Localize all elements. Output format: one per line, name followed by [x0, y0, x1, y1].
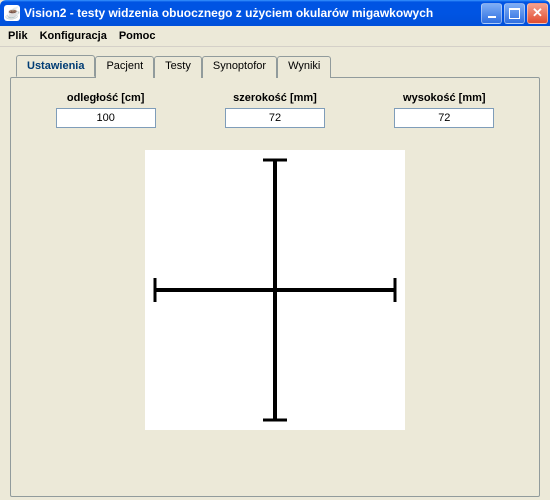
- input-width[interactable]: [225, 108, 325, 128]
- menu-help[interactable]: Pomoc: [119, 30, 156, 42]
- tab-pacjent[interactable]: Pacjent: [95, 56, 154, 78]
- label-height: wysokość [mm]: [403, 92, 486, 104]
- preview-area: [31, 150, 519, 430]
- input-distance[interactable]: [56, 108, 156, 128]
- settings-fields-row: odległość [cm] szerokość [mm] wysokość […: [31, 92, 519, 128]
- label-width: szerokość [mm]: [233, 92, 317, 104]
- cross-preview: [145, 150, 405, 430]
- tab-testy[interactable]: Testy: [154, 56, 202, 78]
- window-title: Vision2 - testy widzenia obuocznego z uż…: [24, 6, 481, 20]
- field-width: szerokość [mm]: [225, 92, 325, 128]
- label-distance: odległość [cm]: [67, 92, 145, 104]
- field-distance: odległość [cm]: [56, 92, 156, 128]
- window-controls: ✕: [481, 3, 548, 24]
- close-button[interactable]: ✕: [527, 3, 548, 24]
- input-height[interactable]: [394, 108, 494, 128]
- menu-file[interactable]: Plik: [8, 30, 28, 42]
- minimize-button[interactable]: [481, 3, 502, 24]
- menu-config[interactable]: Konfiguracja: [40, 30, 107, 42]
- tab-synoptofor[interactable]: Synoptofor: [202, 56, 277, 78]
- tab-wyniki[interactable]: Wyniki: [277, 56, 331, 78]
- maximize-button[interactable]: [504, 3, 525, 24]
- content-area: Ustawienia Pacjent Testy Synoptofor Wyni…: [0, 47, 550, 498]
- tab-strip: Ustawienia Pacjent Testy Synoptofor Wyni…: [10, 55, 540, 77]
- menu-bar: Plik Konfiguracja Pomoc: [0, 26, 550, 47]
- java-icon: ☕: [4, 5, 20, 21]
- tab-ustawienia[interactable]: Ustawienia: [16, 55, 95, 77]
- field-height: wysokość [mm]: [394, 92, 494, 128]
- cross-icon: [145, 150, 405, 430]
- title-bar: ☕ Vision2 - testy widzenia obuocznego z …: [0, 0, 550, 26]
- tab-panel-ustawienia: odległość [cm] szerokość [mm] wysokość […: [10, 77, 540, 497]
